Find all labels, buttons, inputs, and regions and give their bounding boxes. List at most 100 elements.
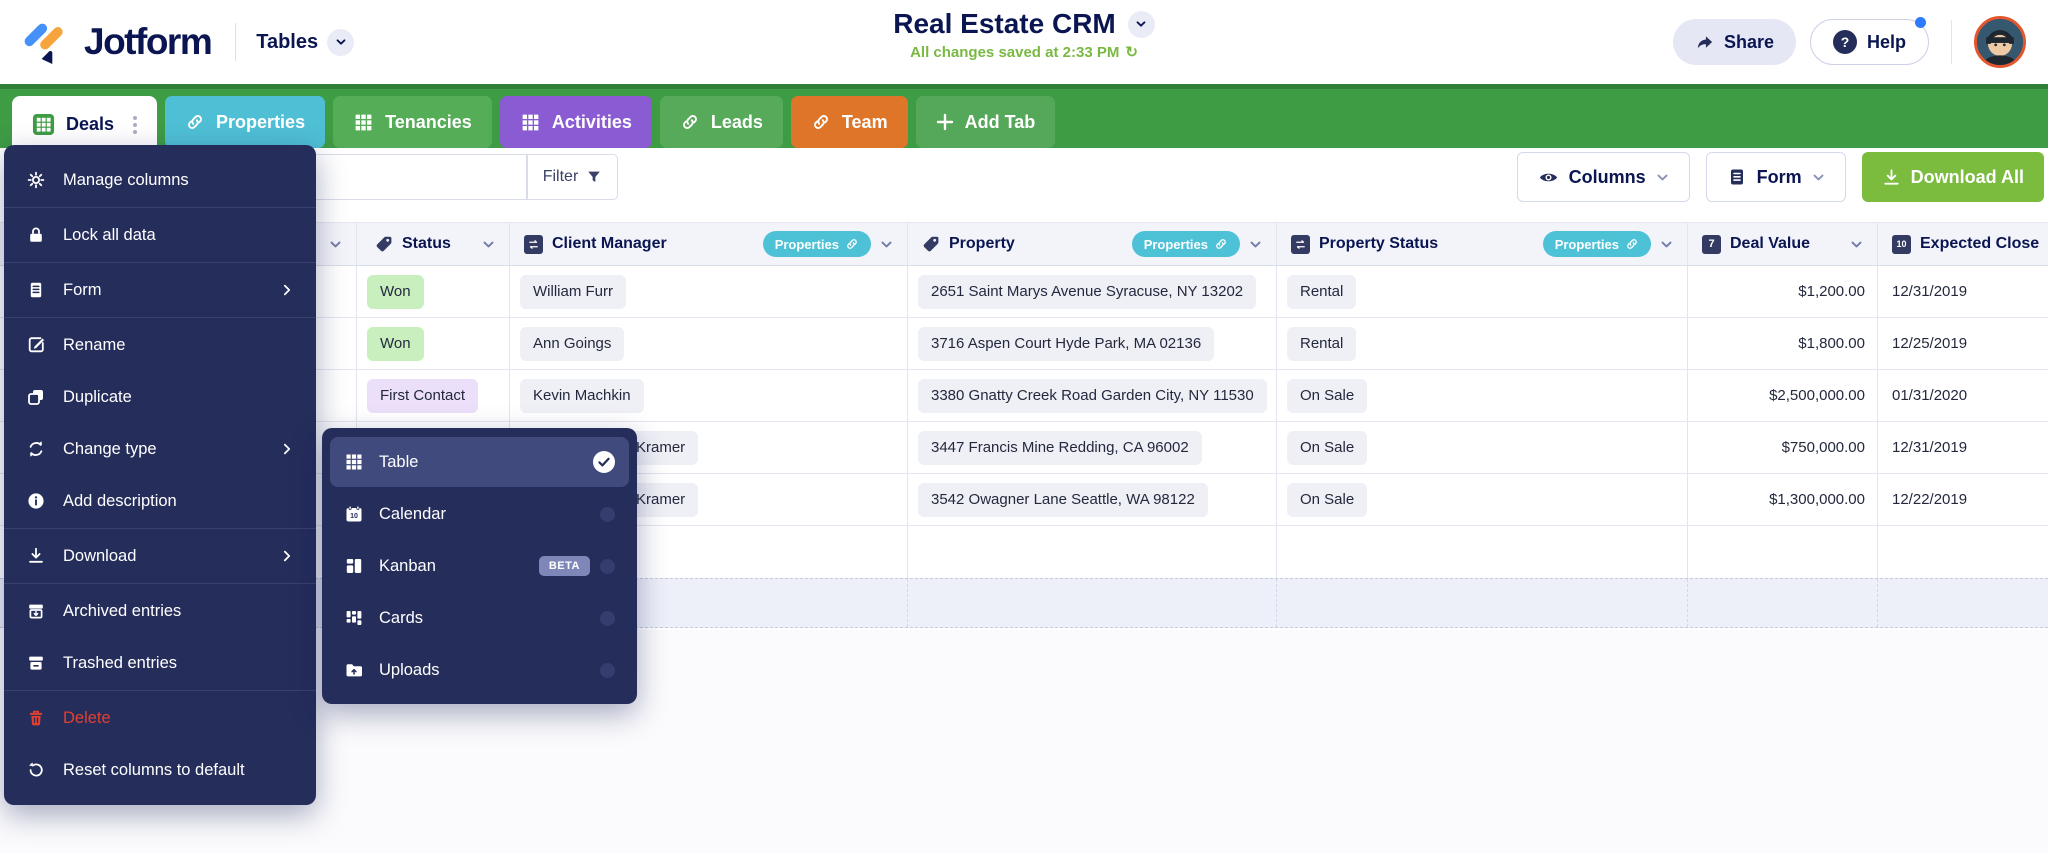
menu-item-change-type[interactable]: Change type (4, 423, 316, 475)
number-icon: 7 (1702, 235, 1721, 254)
cell-expected-close[interactable]: 12/31/2019 (1878, 266, 2048, 317)
cell-property-status[interactable]: On Sale (1277, 370, 1688, 421)
cell-property-status[interactable]: Rental (1277, 266, 1688, 317)
tag-icon (922, 235, 940, 253)
jotform-logo[interactable]: Jotform (0, 19, 211, 65)
cell-client-manager[interactable]: William Furr (510, 266, 908, 317)
cell-property[interactable]: 3542 Owagner Lane Seattle, WA 98122 (908, 474, 1277, 525)
menu-item-delete[interactable]: Delete (4, 692, 316, 744)
plus-icon (936, 113, 954, 131)
submenu-item-cards[interactable]: Cards (330, 593, 629, 643)
column-header-property-status[interactable]: Property Status Properties (1277, 223, 1688, 265)
status-pill: Won (367, 327, 424, 361)
chevron-down-icon[interactable] (482, 238, 495, 251)
cell-deal-value[interactable]: $1,800.00 (1688, 318, 1878, 369)
menu-divider (4, 690, 316, 691)
page-title: Real Estate CRM (893, 8, 1116, 40)
cell-expected-close[interactable]: 01/31/2020 (1878, 370, 2048, 421)
cell-deal-value[interactable]: $750,000.00 (1688, 422, 1878, 473)
cell-property-status[interactable]: On Sale (1277, 422, 1688, 473)
column-header-status[interactable]: Status (357, 223, 510, 265)
submenu-item-kanban[interactable]: Kanban BETA (330, 541, 629, 591)
chevron-down-icon[interactable] (1850, 238, 1863, 251)
cell-expected-close[interactable]: 12/25/2019 (1878, 318, 2048, 369)
column-header-property[interactable]: Property Properties (908, 223, 1277, 265)
tab-leads[interactable]: Leads (660, 96, 783, 148)
column-header-expected-close[interactable]: 10 Expected Close (1878, 223, 2048, 265)
download-icon (26, 546, 46, 566)
tab-tenancies[interactable]: Tenancies (333, 96, 492, 148)
tab-add[interactable]: Add Tab (916, 96, 1056, 148)
cell-property[interactable]: 3380 Gnatty Creek Road Garden City, NY 1… (908, 370, 1277, 421)
menu-item-trashed-entries[interactable]: Trashed entries (4, 637, 316, 689)
columns-button[interactable]: Columns (1517, 152, 1690, 202)
title-chevron-down-icon[interactable] (1128, 11, 1155, 38)
product-switcher[interactable]: Tables (256, 29, 354, 56)
property-pill: 2651 Saint Marys Avenue Syracuse, NY 132… (918, 275, 1256, 309)
cell-status[interactable]: Won (357, 266, 510, 317)
cell-client-manager[interactable]: Ann Goings (510, 318, 908, 369)
archive-icon (26, 601, 46, 621)
gear-icon (26, 170, 46, 190)
column-header-deal-value[interactable]: 7 Deal Value (1688, 223, 1878, 265)
menu-item-label: Lock all data (63, 226, 156, 245)
menu-item-form[interactable]: Form (4, 264, 316, 316)
cell-property[interactable]: 3716 Aspen Court Hyde Park, MA 02136 (908, 318, 1277, 369)
topbar-separator (1951, 20, 1952, 64)
cell-property-status[interactable]: On Sale (1277, 474, 1688, 525)
search-input[interactable] (280, 154, 527, 200)
cell-expected-close[interactable]: 12/22/2019 (1878, 474, 2048, 525)
deal-value: $750,000.00 (1782, 439, 1865, 456)
cell-expected-close[interactable]: 12/31/2019 (1878, 422, 2048, 473)
chevron-down-icon[interactable] (880, 238, 893, 251)
cell-client-manager[interactable]: Kevin Machkin (510, 370, 908, 421)
submenu-item-label: Table (379, 453, 418, 472)
chevron-down-icon[interactable] (1249, 238, 1262, 251)
expected-close: 01/31/2020 (1892, 387, 1967, 404)
download-all-button[interactable]: Download All (1862, 152, 2044, 202)
menu-item-label: Delete (63, 709, 111, 728)
cell-deal-value[interactable]: $1,200.00 (1688, 266, 1878, 317)
menu-item-label: Manage columns (63, 171, 189, 190)
tag-icon (375, 235, 393, 253)
avatar[interactable] (1974, 16, 2026, 68)
cell-status[interactable]: First Contact (357, 370, 510, 421)
column-header-client-manager[interactable]: Client Manager Properties (510, 223, 908, 265)
menu-item-add-description[interactable]: Add description (4, 475, 316, 527)
cell-deal-value[interactable]: $2,500,000.00 (1688, 370, 1878, 421)
menu-item-manage-columns[interactable]: Manage columns (4, 154, 316, 206)
menu-item-download[interactable]: Download (4, 530, 316, 582)
menu-item-lock-all-data[interactable]: Lock all data (4, 209, 316, 261)
cell-status[interactable]: Won (357, 318, 510, 369)
menu-item-archived-entries[interactable]: Archived entries (4, 585, 316, 637)
share-button[interactable]: Share (1673, 19, 1796, 65)
deal-value: $2,500,000.00 (1769, 387, 1865, 404)
chevron-down-icon[interactable] (329, 238, 342, 251)
cell-deal-value[interactable]: $1,300,000.00 (1688, 474, 1878, 525)
tab-properties[interactable]: Properties (165, 96, 325, 148)
topbar-divider (235, 23, 236, 61)
tab-activities[interactable]: Activities (500, 96, 652, 148)
cell-property-status[interactable]: Rental (1277, 318, 1688, 369)
calendar-icon: 10 (1892, 235, 1911, 254)
autosave-text: All changes saved at 2:33 PM (910, 44, 1119, 61)
submenu-item-uploads[interactable]: Uploads (330, 645, 629, 695)
menu-item-duplicate[interactable]: Duplicate (4, 371, 316, 423)
tab-kebab-icon[interactable] (133, 116, 137, 134)
submenu-item-calendar[interactable]: 10 Calendar (330, 489, 629, 539)
menu-item-rename[interactable]: Rename (4, 319, 316, 371)
help-label: Help (1867, 32, 1906, 53)
menu-item-reset-columns[interactable]: Reset columns to default (4, 744, 316, 796)
form-button[interactable]: Form (1706, 152, 1846, 202)
submenu-item-table[interactable]: Table (330, 437, 629, 487)
tab-team[interactable]: Team (791, 96, 908, 148)
client-pill: Kevin Machkin (520, 379, 644, 413)
reset-icon (26, 760, 46, 780)
menu-divider (4, 262, 316, 263)
chevron-down-icon[interactable] (1660, 238, 1673, 251)
jotform-tables-page: Jotform Tables Real Estate CRM All chang… (0, 0, 2048, 853)
help-button[interactable]: ? Help (1810, 19, 1929, 65)
filter-button[interactable]: Filter (527, 154, 618, 200)
cell-property[interactable]: 3447 Francis Mine Redding, CA 96002 (908, 422, 1277, 473)
cell-property[interactable]: 2651 Saint Marys Avenue Syracuse, NY 132… (908, 266, 1277, 317)
